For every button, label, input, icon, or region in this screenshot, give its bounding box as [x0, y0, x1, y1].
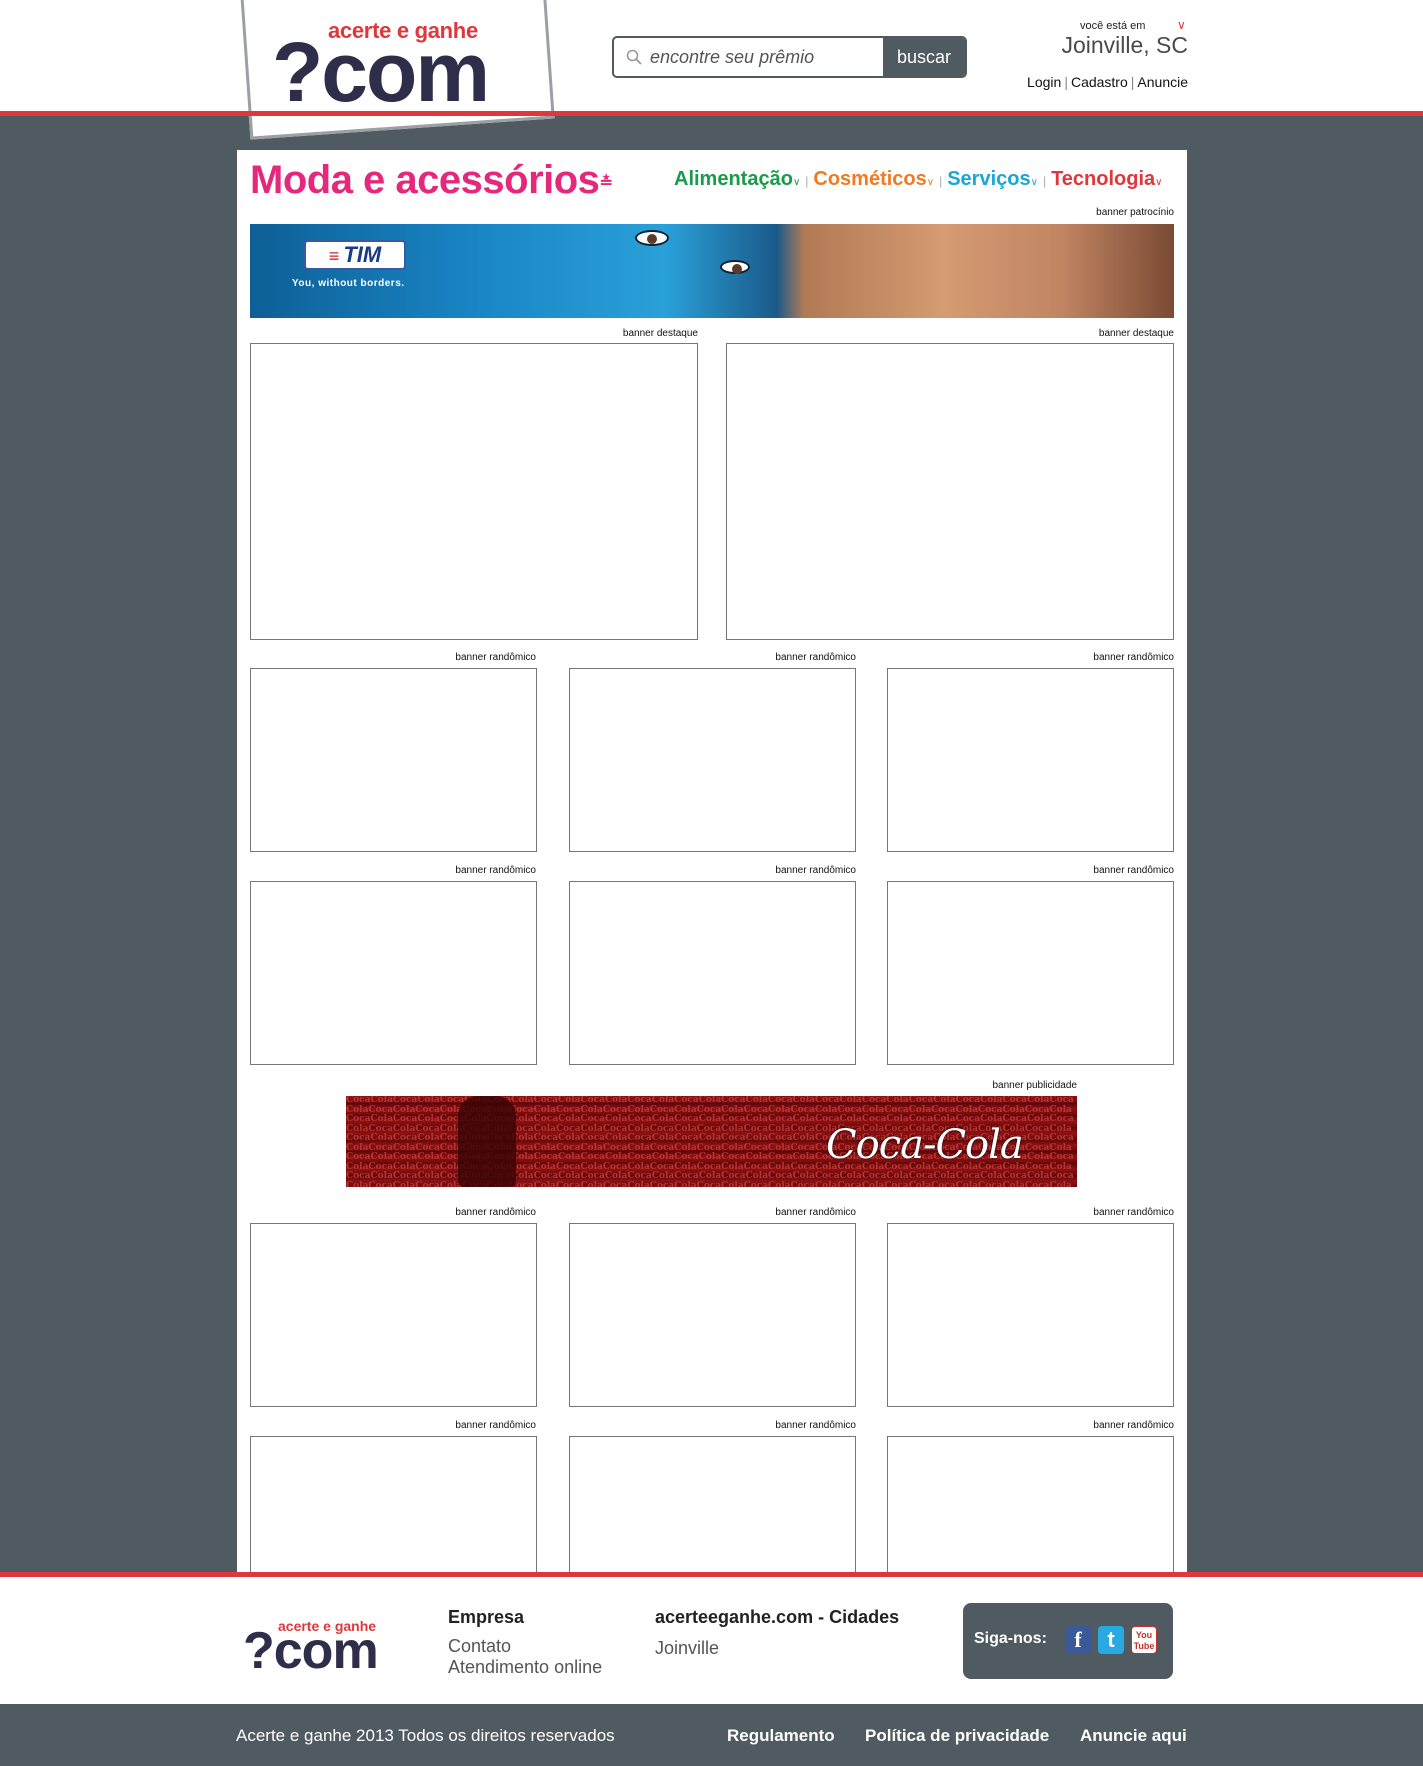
- privacy-link[interactable]: Política de privacidade: [865, 1726, 1049, 1746]
- youtube-icon[interactable]: You Tube: [1131, 1626, 1157, 1654]
- search-icon: [626, 49, 642, 65]
- site-header: acerte e ganhe ?com buscar você está em …: [0, 0, 1423, 140]
- tim-logo: ≡ TIM: [304, 240, 406, 270]
- banner-label: banner randômico: [1093, 865, 1174, 876]
- category-link-alimentacao[interactable]: Alimentação∨: [674, 168, 800, 190]
- chevron-down-icon: ∨: [792, 177, 801, 188]
- banner-label: banner randômico: [775, 1207, 856, 1218]
- eye-graphic: [720, 260, 750, 274]
- chevron-down-icon: ≛: [599, 174, 613, 192]
- featured-banner[interactable]: [250, 343, 698, 640]
- logo-wordmark: ?com: [243, 1622, 379, 1680]
- random-banner[interactable]: [887, 881, 1174, 1065]
- banner-label: banner randômico: [775, 1420, 856, 1431]
- banner-label: banner patrocínio: [1096, 207, 1174, 218]
- sponsor-brand: TIM: [343, 242, 382, 267]
- category-link-servicos[interactable]: Serviços∨: [947, 168, 1038, 190]
- facebook-icon[interactable]: f: [1065, 1626, 1091, 1654]
- footer-link-contact[interactable]: Contato: [448, 1636, 511, 1657]
- search-button[interactable]: buscar: [883, 38, 965, 76]
- ad-banner[interactable]: CocaColaCocaColaCocaColaCocaColaCocaCola…: [346, 1096, 1077, 1187]
- copyright: Acerte e ganhe 2013 Todos os direitos re…: [236, 1726, 615, 1745]
- login-link[interactable]: Login: [1027, 74, 1061, 90]
- random-banner[interactable]: [887, 1223, 1174, 1407]
- footer-link-city[interactable]: Joinville: [655, 1638, 719, 1659]
- advertise-link[interactable]: Anuncie: [1137, 74, 1188, 90]
- footer-heading-cities: acerteeganhe.com - Cidades: [655, 1607, 900, 1627]
- bottle-graphic: [458, 1096, 516, 1187]
- banner-label: banner randômico: [775, 865, 856, 876]
- footer-heading-company: Empresa: [448, 1607, 525, 1627]
- random-banner[interactable]: [250, 1223, 537, 1407]
- random-banner[interactable]: [569, 1223, 856, 1407]
- location-city[interactable]: Joinville, SC: [1050, 32, 1188, 59]
- advertise-here-link[interactable]: Anuncie aqui: [1080, 1726, 1187, 1746]
- sponsor-tagline: You, without borders.: [292, 278, 405, 289]
- bottom-bar: Acerte e ganhe 2013 Todos os direitos re…: [0, 1704, 1423, 1766]
- eye-graphic: [635, 230, 669, 246]
- divider: |: [1064, 74, 1068, 90]
- random-banner[interactable]: [569, 668, 856, 852]
- logo-wordmark: ?com: [272, 25, 490, 119]
- category-label: Serviços: [947, 168, 1031, 190]
- category-link-tecnologia[interactable]: Tecnologia∨: [1051, 168, 1162, 190]
- banner-label: banner randômico: [1093, 1420, 1174, 1431]
- site-logo[interactable]: acerte e ganhe ?com: [270, 12, 510, 114]
- category-label: Cosméticos: [813, 168, 927, 190]
- account-links: Login | Cadastro | Anuncie: [1010, 74, 1188, 90]
- search-input[interactable]: [650, 38, 894, 76]
- tim-stripes-icon: ≡: [328, 246, 340, 266]
- banner-label: banner publicidade: [992, 1080, 1077, 1091]
- social-label: Siga-nos:: [974, 1630, 1047, 1647]
- banner-label: banner randômico: [1093, 652, 1174, 663]
- ad-brand: Coca-Cola: [826, 1122, 1024, 1168]
- chevron-down-icon: ∨: [1030, 177, 1038, 188]
- category-title-text: Moda e acessórios: [250, 158, 600, 202]
- category-title[interactable]: Moda e acessórios≛: [250, 158, 613, 203]
- random-banner[interactable]: [250, 668, 537, 852]
- banner-label: banner randômico: [455, 865, 536, 876]
- footer-logo[interactable]: acerte e ganhe ?com: [243, 1615, 393, 1680]
- featured-banner[interactable]: [726, 343, 1174, 640]
- site-footer: acerte e ganhe ?com Empresa Contato Aten…: [0, 1577, 1423, 1704]
- social-box: Siga-nos: f t You Tube: [963, 1603, 1173, 1679]
- divider: |: [939, 174, 943, 188]
- banner-label: banner randômico: [1093, 1207, 1174, 1218]
- header-divider: [0, 111, 1423, 116]
- main-content: Moda e acessórios≛ Alimentação∨ | Cosmétic…: [237, 150, 1187, 1620]
- chevron-down-icon[interactable]: ∨: [1177, 18, 1186, 32]
- twitter-icon[interactable]: t: [1098, 1626, 1124, 1654]
- divider: |: [1130, 74, 1135, 90]
- chevron-down-icon: ∨: [926, 177, 935, 188]
- banner-label: banner randômico: [455, 652, 536, 663]
- category-label: Tecnologia: [1051, 168, 1156, 190]
- divider: |: [805, 174, 809, 188]
- banner-label: banner destaque: [1098, 328, 1174, 339]
- banner-label: banner randômico: [455, 1420, 536, 1431]
- sponsor-banner[interactable]: ≡ TIM You, without borders.: [250, 224, 1174, 318]
- category-label: Alimentação: [674, 168, 793, 190]
- location-label: você está em: [1080, 20, 1146, 32]
- category-nav: Alimentação∨ | Cosméticos∨ | Serviços∨ | Tecno…: [674, 168, 1162, 191]
- banner-label: banner randômico: [775, 652, 856, 663]
- search-box: buscar: [612, 36, 967, 78]
- random-banner[interactable]: [569, 881, 856, 1065]
- category-link-cosmeticos[interactable]: Cosméticos∨: [813, 168, 934, 190]
- random-banner[interactable]: [250, 881, 537, 1065]
- footer-link-support[interactable]: Atendimento online: [448, 1657, 602, 1678]
- signup-link[interactable]: Cadastro: [1071, 74, 1128, 90]
- random-banner[interactable]: [887, 668, 1174, 852]
- chevron-down-icon: ∨: [1155, 177, 1163, 188]
- divider: |: [1042, 174, 1047, 188]
- banner-label: banner destaque: [622, 328, 698, 339]
- rules-link[interactable]: Regulamento: [727, 1726, 835, 1746]
- banner-label: banner randômico: [455, 1207, 536, 1218]
